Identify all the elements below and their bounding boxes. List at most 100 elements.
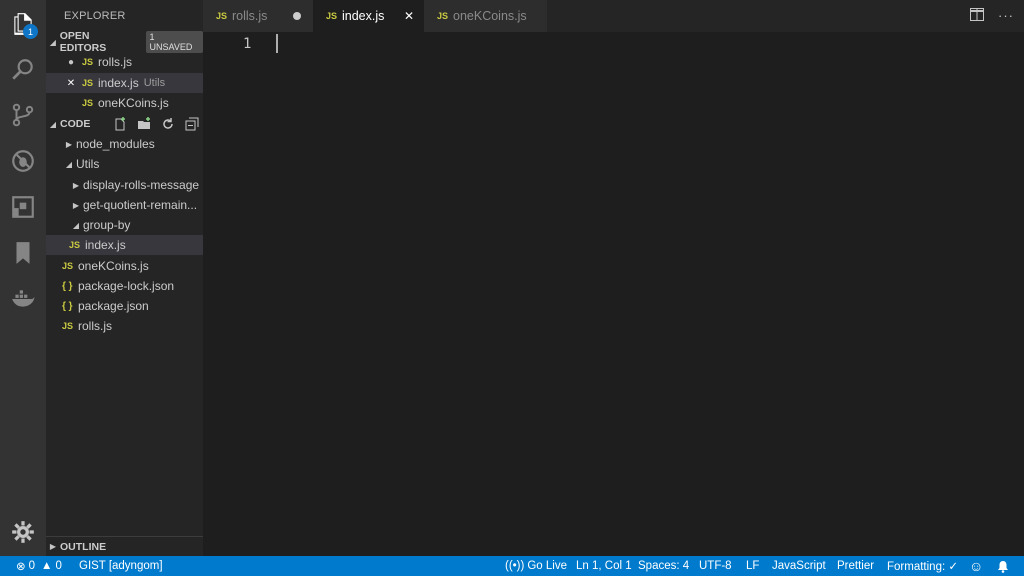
prettier-status[interactable]: Prettier [837,556,874,576]
open-editor-item[interactable]: ● JS rolls.js [46,52,203,72]
open-editor-item[interactable]: JS oneKCoins.js [46,93,203,113]
text-cursor [276,34,278,53]
extensions-icon[interactable] [9,193,37,221]
tab-label: oneKCoins.js [453,9,527,23]
warning-count: 0 [55,560,62,572]
error-count: 0 [28,560,36,572]
tab-label: index.js [342,9,385,23]
encoding[interactable]: UTF-8 [699,556,732,576]
unsaved-dot-icon[interactable] [293,12,301,20]
line-number: 1 [243,36,252,52]
tree-item-file[interactable]: JS rolls.js [46,316,203,336]
new-folder-icon[interactable] [136,117,152,131]
tree-item-label: node_modules [76,137,155,151]
source-control-icon[interactable] [9,101,37,129]
collapse-all-icon[interactable] [184,117,200,131]
tree-item-folder[interactable]: ▶ node_modules [46,134,203,154]
js-file-icon: JS [326,11,338,21]
docker-icon[interactable] [9,285,37,313]
tree-item-folder[interactable]: ◢ Utils [46,154,203,174]
error-icon: ⊗ [16,561,26,573]
activity-bar: 1 [0,0,46,556]
gist-status[interactable]: GIST [adyngom] [79,556,163,576]
json-file-icon: { } [62,300,73,312]
tree-item-label: index.js [85,238,126,252]
js-file-icon: JS [82,78,94,88]
open-editors-header[interactable]: ◢ OPEN EDITORS 1 UNSAVED [46,30,203,54]
chevron-right-icon: ▶ [72,180,80,190]
js-file-icon: JS [216,11,228,21]
gear-icon[interactable] [9,518,37,546]
tree-item-label: group-by [83,218,131,232]
feedback-smiley-icon[interactable]: ☺ [969,556,983,576]
chevron-right-icon: ▶ [65,139,73,149]
close-icon[interactable]: ✕ [404,9,414,23]
tree-item-label: oneKCoins.js [78,259,149,273]
open-editor-label: index.js [98,76,139,90]
code-folder-header[interactable]: ◢ CODE [46,114,203,134]
search-icon[interactable] [9,56,37,84]
chevron-down-icon: ◢ [72,220,80,230]
tree-item-file[interactable]: { } package-lock.json [46,276,203,296]
chevron-right-icon: ▶ [49,542,57,551]
formatting-status[interactable]: Formatting: ✓ [887,556,958,576]
chevron-right-icon: ▶ [72,200,80,210]
js-file-icon: JS [82,57,94,67]
go-live-label: Go Live [527,560,567,572]
outline-label: OUTLINE [60,540,107,553]
outline-header[interactable]: ▶ OUTLINE [46,536,203,556]
tree-item-file[interactable]: { } package.json [46,296,203,316]
new-file-icon[interactable] [112,117,128,131]
tree-item-label: package.json [78,299,149,313]
tree-item-label: rolls.js [78,319,113,333]
tree-item-folder[interactable]: ◢ group-by [46,215,203,235]
warning-icon: ▲ [41,560,53,572]
code-folder-label: CODE [60,118,91,130]
dirty-dot-icon[interactable]: ● [64,57,78,68]
unsaved-badge: 1 UNSAVED [145,31,203,53]
indentation[interactable]: Spaces: 4 [638,556,689,576]
tab-onekcoins[interactable]: JS oneKCoins.js [424,0,547,32]
tab-bar: JS rolls.js JS index.js ✕ JS oneKCoins.j… [203,0,1024,32]
tree-item-folder[interactable]: ▶ get-quotient-remain... [46,195,203,215]
tree-item-file[interactable]: JS index.js [46,235,203,255]
chevron-down-icon: ◢ [49,119,57,129]
open-editor-description: Utils [143,77,166,89]
tree-item-label: display-rolls-message [83,178,200,192]
end-of-line[interactable]: LF [746,556,759,576]
close-icon[interactable]: ✕ [64,78,78,89]
js-file-icon: JS [82,98,94,108]
tree-item-file[interactable]: JS oneKCoins.js [46,256,203,276]
more-actions-icon[interactable]: ··· [998,8,1014,24]
status-bar: ⊗ 0 ▲ 0 GIST [adyngom] ((•)) Go Live Ln … [0,556,1024,576]
open-editor-item[interactable]: ✕ JS index.js Utils [46,73,203,93]
tree-item-label: Utils [76,157,100,171]
language-mode[interactable]: JavaScript [772,556,826,576]
split-editor-icon[interactable] [970,8,984,24]
open-editor-label: rolls.js [98,55,133,69]
chevron-down-icon: ◢ [49,37,56,47]
chevron-down-icon: ◢ [65,159,73,169]
explorer-sidebar: EXPLORER ◢ OPEN EDITORS 1 UNSAVED ● JS r… [46,0,203,556]
sidebar-title: EXPLORER [64,10,126,22]
tab-label: rolls.js [232,9,268,23]
explorer-badge: 1 [23,24,38,39]
cursor-position[interactable]: Ln 1, Col 1 [576,556,632,576]
debug-icon[interactable] [9,147,37,175]
json-file-icon: { } [62,280,73,292]
js-file-icon: JS [62,261,74,271]
broadcast-icon: ((•)) [505,560,525,572]
tree-item-label: package-lock.json [78,279,175,293]
js-file-icon: JS [437,11,449,21]
tab-rolls[interactable]: JS rolls.js [203,0,313,32]
bookmark-icon[interactable] [9,239,37,267]
go-live-button[interactable]: ((•)) Go Live [505,556,567,576]
notifications-bell-icon[interactable] [997,556,1009,576]
refresh-icon[interactable] [160,117,176,131]
tab-index[interactable]: JS index.js ✕ [313,0,424,32]
editor-area[interactable]: 1 [203,32,1024,556]
tree-item-folder[interactable]: ▶ display-rolls-message [46,175,203,195]
problems-indicator[interactable]: ⊗ 0 ▲ 0 [16,556,62,576]
open-editor-label: oneKCoins.js [98,96,169,110]
js-file-icon: JS [69,240,81,250]
